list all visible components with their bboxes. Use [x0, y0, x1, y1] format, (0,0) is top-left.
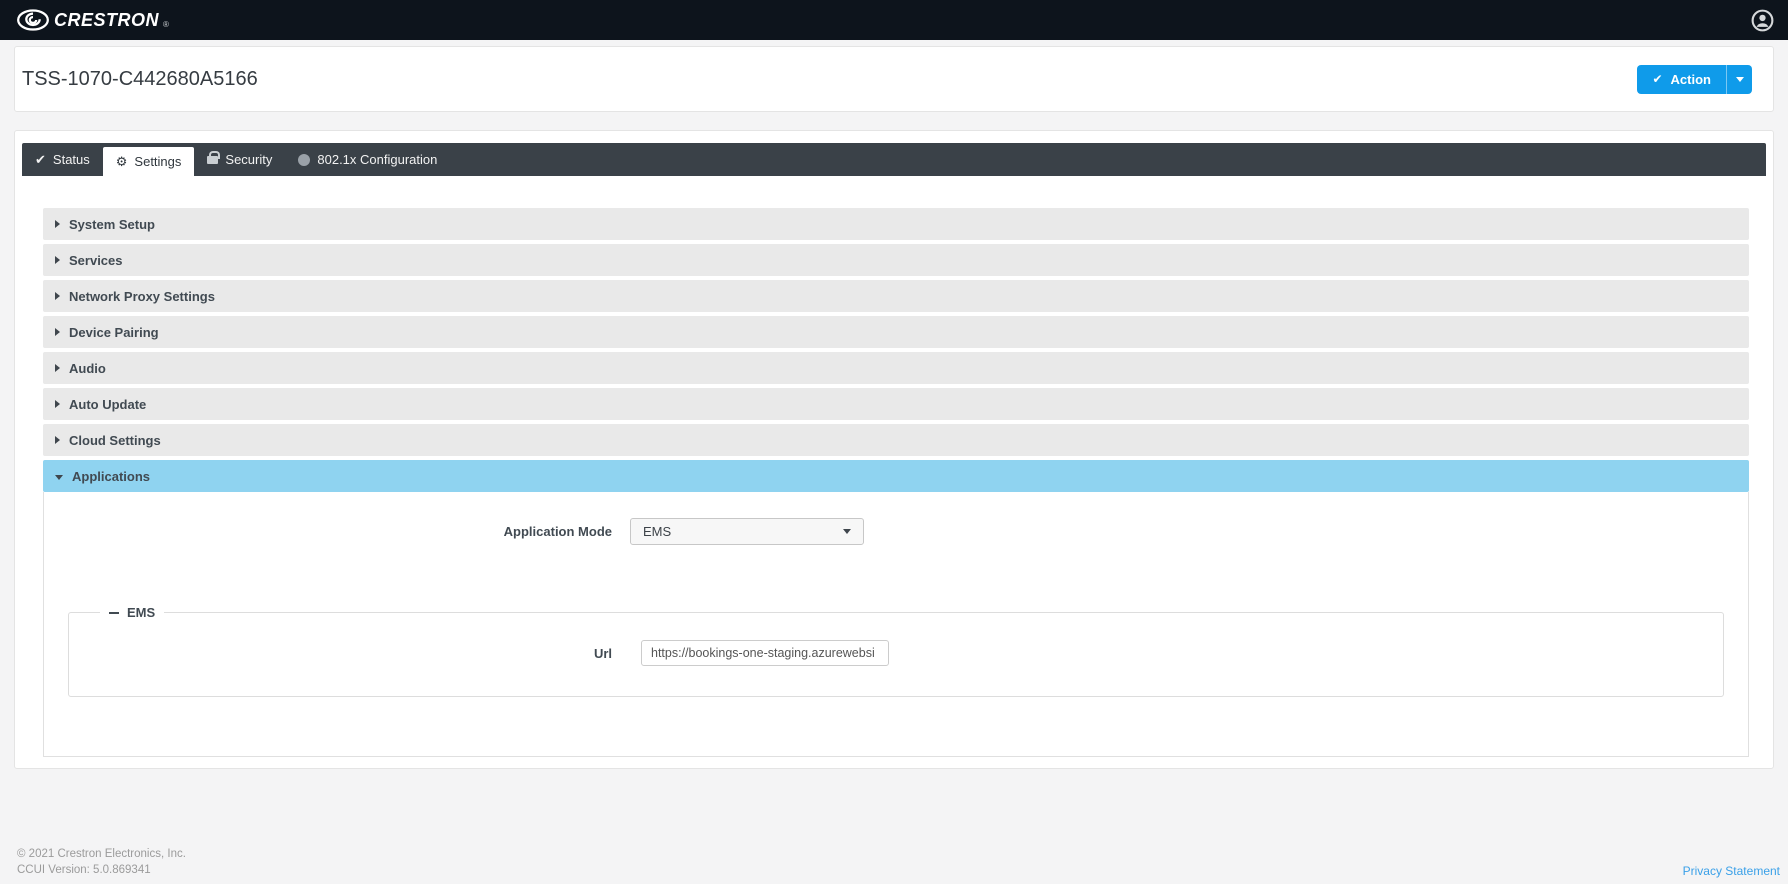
tab-security[interactable]: Security	[194, 143, 285, 176]
tab-label: Settings	[134, 154, 181, 169]
accordion-services[interactable]: Services	[43, 244, 1749, 276]
tab-bar: ✔ Status ⚙ Settings Security 802.1x Conf…	[22, 143, 1766, 176]
topbar: CRESTRON ®	[0, 0, 1788, 40]
accordion-label: Network Proxy Settings	[69, 289, 215, 304]
url-row: Url	[69, 640, 1723, 666]
title-card: TSS-1070-C442680A5166 ✔ Action	[14, 46, 1774, 112]
privacy-statement-link[interactable]: Privacy Statement	[1683, 864, 1780, 878]
tab-status[interactable]: ✔ Status	[22, 143, 103, 176]
url-label: Url	[69, 646, 612, 661]
accordion-device-pairing[interactable]: Device Pairing	[43, 316, 1749, 348]
footer-copyright: © 2021 Crestron Electronics, Inc.	[17, 847, 186, 863]
tab-8021x-configuration[interactable]: 802.1x Configuration	[285, 143, 450, 176]
caret-right-icon	[55, 364, 60, 372]
caret-right-icon	[55, 220, 60, 228]
tab-label: 802.1x Configuration	[317, 152, 437, 167]
accordion-cloud-settings[interactable]: Cloud Settings	[43, 424, 1749, 456]
action-button[interactable]: ✔ Action	[1637, 65, 1726, 94]
ems-fieldset: EMS Url	[68, 605, 1724, 697]
accordion-network-proxy-settings[interactable]: Network Proxy Settings	[43, 280, 1749, 312]
check-icon: ✔	[1652, 72, 1662, 86]
ems-legend[interactable]: EMS	[100, 605, 164, 620]
main-card: ✔ Status ⚙ Settings Security 802.1x Conf…	[14, 130, 1774, 769]
application-mode-select[interactable]: EMS	[630, 518, 864, 545]
accordion-label: Applications	[72, 469, 150, 484]
registered-mark: ®	[163, 20, 169, 29]
crestron-logo: CRESTRON ®	[16, 8, 169, 32]
caret-right-icon	[55, 400, 60, 408]
accordion-applications[interactable]: Applications	[43, 460, 1749, 492]
footer: © 2021 Crestron Electronics, Inc. CCUI V…	[17, 847, 1780, 878]
caret-right-icon	[55, 292, 60, 300]
application-mode-label: Application Mode	[44, 524, 612, 539]
footer-version: CCUI Version: 5.0.869341	[17, 863, 186, 879]
application-mode-value: EMS	[643, 524, 671, 539]
gear-icon: ⚙	[116, 155, 128, 168]
caret-right-icon	[55, 256, 60, 264]
chevron-down-icon	[843, 529, 851, 534]
settings-tab-content: System Setup Services Network Proxy Sett…	[22, 176, 1766, 757]
action-split-button: ✔ Action	[1637, 65, 1752, 94]
accordion-audio[interactable]: Audio	[43, 352, 1749, 384]
accordion-label: Cloud Settings	[69, 433, 161, 448]
applications-panel-body: Application Mode EMS EMS Url	[43, 492, 1749, 757]
url-input[interactable]	[641, 640, 889, 666]
user-account-icon[interactable]	[1751, 9, 1774, 32]
globe-icon	[298, 154, 310, 166]
tab-label: Status	[53, 152, 90, 167]
caret-down-icon	[55, 475, 63, 480]
accordion-label: Audio	[69, 361, 106, 376]
accordion-label: Device Pairing	[69, 325, 159, 340]
accordion-label: Auto Update	[69, 397, 146, 412]
chevron-down-icon	[1736, 77, 1744, 82]
tab-settings[interactable]: ⚙ Settings	[103, 147, 195, 176]
caret-right-icon	[55, 436, 60, 444]
page-title: TSS-1070-C442680A5166	[22, 68, 258, 91]
action-button-label: Action	[1671, 72, 1711, 87]
ems-legend-label: EMS	[127, 605, 155, 620]
accordion-auto-update[interactable]: Auto Update	[43, 388, 1749, 420]
lock-icon	[207, 156, 218, 164]
accordion-label: System Setup	[69, 217, 155, 232]
action-dropdown-toggle[interactable]	[1726, 65, 1752, 94]
check-icon: ✔	[35, 153, 46, 166]
application-mode-row: Application Mode EMS	[44, 492, 1748, 545]
brand-name: CRESTRON	[54, 10, 159, 31]
tab-label: Security	[225, 152, 272, 167]
collapse-minus-icon	[109, 612, 119, 614]
caret-right-icon	[55, 328, 60, 336]
accordion-label: Services	[69, 253, 123, 268]
crestron-swirl-icon	[16, 8, 50, 32]
accordion-system-setup[interactable]: System Setup	[43, 208, 1749, 240]
